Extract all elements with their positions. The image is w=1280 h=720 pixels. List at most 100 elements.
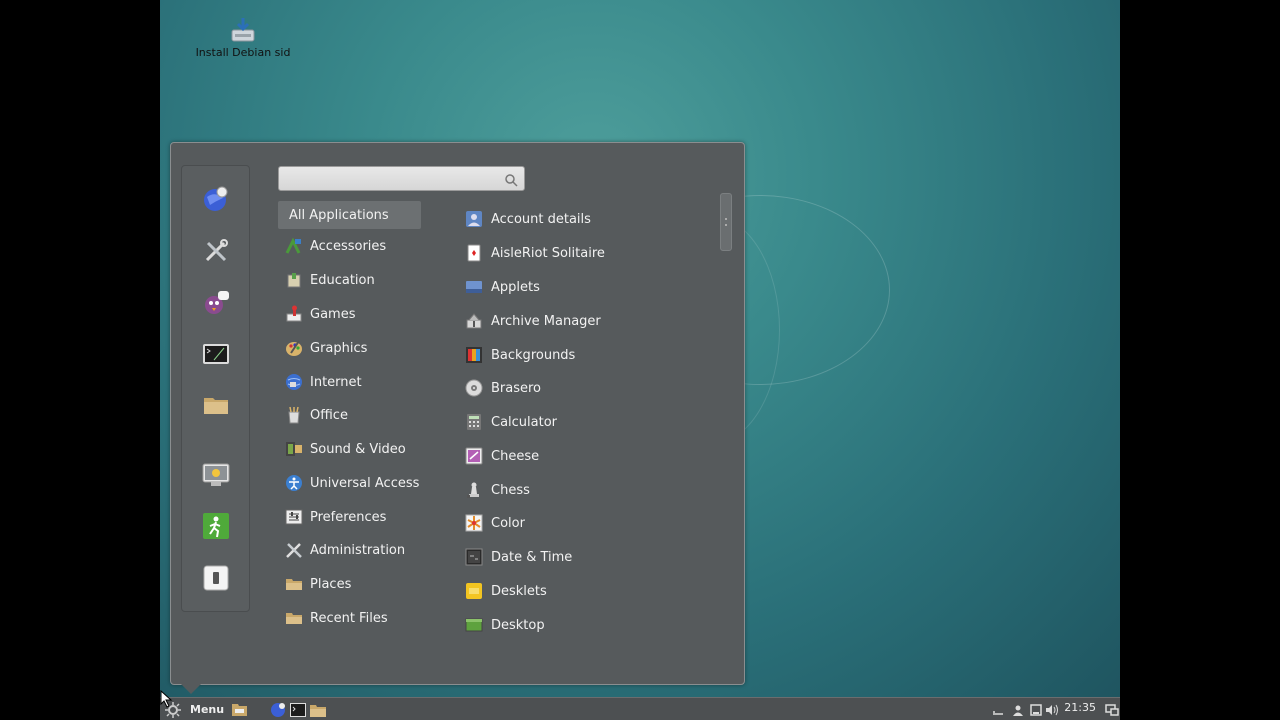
chess-icon <box>465 481 483 499</box>
administration-icon <box>285 541 303 559</box>
app-chess[interactable]: Chess <box>458 476 718 504</box>
chat-messenger-icon[interactable] <box>201 287 231 317</box>
category-label: Education <box>310 272 375 288</box>
app-aisleriot-solitaire[interactable]: AisleRiot Solitaire <box>458 239 718 267</box>
terminal-launcher-icon[interactable] <box>289 701 306 718</box>
category-accessories[interactable]: Accessories <box>278 232 421 260</box>
lock-screen-icon[interactable] <box>201 460 231 490</box>
web-browser-icon[interactable] <box>201 184 231 214</box>
category-label: Recent Files <box>310 610 388 626</box>
show-desktop-icon[interactable] <box>231 701 248 718</box>
workspace-switcher-icon[interactable] <box>1103 701 1120 718</box>
app-color[interactable]: Color <box>458 509 718 537</box>
category-label: Accessories <box>310 238 387 254</box>
web-browser-launcher-icon[interactable] <box>269 701 286 718</box>
calculator-icon <box>465 413 483 431</box>
app-archive-manager[interactable]: Archive Manager <box>458 307 718 335</box>
app-desklets[interactable]: Desklets <box>458 577 718 605</box>
category-internet[interactable]: Internet <box>278 368 421 396</box>
search-field[interactable] <box>278 166 525 191</box>
universal-access-icon <box>285 474 303 492</box>
applets-icon <box>465 278 483 296</box>
brasero-disc-icon <box>465 379 483 397</box>
app-label: Desktop <box>491 617 545 633</box>
games-icon <box>285 305 303 323</box>
app-date-time[interactable]: Date & Time <box>458 543 718 571</box>
category-label: Preferences <box>310 509 387 525</box>
category-label: Games <box>310 306 356 322</box>
solitaire-icon <box>465 244 483 262</box>
app-label: Cheese <box>491 448 540 464</box>
app-calculator[interactable]: Calculator <box>458 408 718 436</box>
app-label: Desklets <box>491 583 547 599</box>
education-icon <box>285 271 303 289</box>
internet-icon <box>285 373 303 391</box>
category-label: All Applications <box>289 207 389 223</box>
category-all-applications[interactable]: All Applications <box>278 201 421 229</box>
app-label: Brasero <box>491 380 542 396</box>
settings-tools-icon[interactable] <box>201 236 231 266</box>
category-label: Sound & Video <box>310 441 406 457</box>
app-applets[interactable]: Applets <box>458 273 718 301</box>
category-label: Graphics <box>310 340 368 356</box>
app-label: Calculator <box>491 414 558 430</box>
category-education[interactable]: Education <box>278 266 421 294</box>
category-preferences[interactable]: Preferences <box>278 503 421 531</box>
desktop-icon-label: Install Debian sid <box>195 46 291 59</box>
window-list-icon[interactable] <box>989 701 1006 718</box>
search-input[interactable] <box>279 167 494 190</box>
app-backgrounds[interactable]: Backgrounds <box>458 341 718 369</box>
volume-icon[interactable] <box>1043 701 1060 718</box>
backgrounds-icon <box>465 346 483 364</box>
date-time-icon <box>465 548 483 566</box>
category-label: Universal Access <box>310 475 420 491</box>
app-label: AisleRiot Solitaire <box>491 245 605 261</box>
application-menu: All Applications Accessories Education G… <box>170 142 745 685</box>
app-account-details[interactable]: Account details <box>458 205 718 233</box>
screen: Install Debian sid All Applications Acce… <box>0 0 1280 720</box>
places-folder-icon <box>285 575 303 593</box>
app-list-scrollbar[interactable] <box>720 193 732 251</box>
category-sound-video[interactable]: Sound & Video <box>278 435 421 463</box>
category-universal-access[interactable]: Universal Access <box>278 469 421 497</box>
menu-button-label: Menu <box>190 703 225 716</box>
app-label: Color <box>491 515 525 531</box>
removable-drive-icon[interactable] <box>1027 701 1044 718</box>
category-label: Internet <box>310 374 362 390</box>
cheese-icon <box>465 447 483 465</box>
category-administration[interactable]: Administration <box>278 536 421 564</box>
shutdown-icon[interactable] <box>201 563 231 593</box>
category-recent-files[interactable]: Recent Files <box>278 604 421 632</box>
account-details-icon <box>465 210 483 228</box>
user-icon[interactable] <box>1009 701 1026 718</box>
category-label: Administration <box>310 542 406 558</box>
logout-icon[interactable] <box>201 511 231 541</box>
scrollbar-grip <box>725 218 727 226</box>
archive-manager-icon <box>465 312 483 330</box>
color-icon <box>465 514 483 532</box>
desktop-icon-install-debian[interactable]: Install Debian sid <box>188 16 298 59</box>
folder-icon[interactable] <box>201 390 231 420</box>
files-launcher-icon[interactable] <box>309 701 326 718</box>
app-label: Applets <box>491 279 540 295</box>
category-label: Office <box>310 407 348 423</box>
category-graphics[interactable]: Graphics <box>278 334 421 362</box>
app-cheese[interactable]: Cheese <box>458 442 718 470</box>
category-label: Places <box>310 576 352 592</box>
category-office[interactable]: Office <box>278 401 421 429</box>
app-label: Backgrounds <box>491 347 576 363</box>
clock[interactable]: 21:35 <box>1064 701 1096 714</box>
desktop-icon <box>465 616 483 634</box>
installer-icon <box>229 16 257 44</box>
category-places[interactable]: Places <box>278 570 421 598</box>
app-brasero[interactable]: Brasero <box>458 374 718 402</box>
sound-video-icon <box>285 440 303 458</box>
category-games[interactable]: Games <box>278 300 421 328</box>
terminal-icon[interactable] <box>201 339 231 369</box>
app-desktop[interactable]: Desktop <box>458 611 718 639</box>
search-icon <box>505 172 518 191</box>
office-icon <box>285 406 303 424</box>
accessories-icon <box>285 237 303 255</box>
favorites-sidebar <box>181 165 250 612</box>
mouse-cursor-icon <box>160 689 174 712</box>
